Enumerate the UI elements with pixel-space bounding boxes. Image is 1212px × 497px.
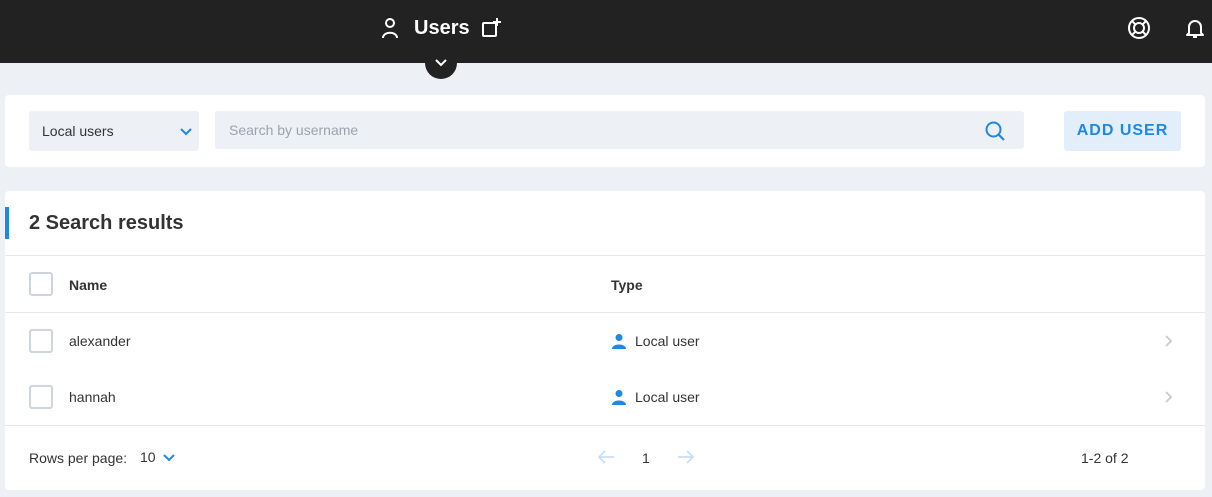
add-user-button[interactable]: ADD USER bbox=[1064, 111, 1181, 151]
results-title: 2 Search results bbox=[29, 212, 184, 234]
row-checkbox[interactable] bbox=[29, 385, 53, 409]
user-icon bbox=[378, 16, 402, 40]
filter-bar: Local users ADD USER bbox=[5, 95, 1205, 167]
pagination-range: 1-2 of 2 bbox=[1081, 450, 1129, 466]
user-type: Local user bbox=[635, 389, 700, 405]
user-name: alexander bbox=[69, 333, 131, 349]
divider bbox=[5, 255, 1205, 256]
rows-per-page-select[interactable]: 10 bbox=[140, 449, 156, 465]
select-all-checkbox[interactable] bbox=[29, 272, 53, 296]
add-window-icon[interactable] bbox=[480, 16, 504, 40]
bell-icon[interactable] bbox=[1183, 16, 1207, 40]
page-title: Users bbox=[414, 17, 470, 39]
column-header-name[interactable]: Name bbox=[69, 277, 107, 293]
table-row[interactable]: alexander Local user bbox=[5, 313, 1205, 369]
chevron-down-icon bbox=[179, 124, 193, 138]
row-checkbox[interactable] bbox=[29, 329, 53, 353]
column-header-type[interactable]: Type bbox=[611, 277, 643, 293]
chevron-right-icon[interactable] bbox=[1161, 333, 1175, 349]
divider bbox=[5, 425, 1205, 426]
chevron-right-icon[interactable] bbox=[1161, 389, 1175, 405]
arrow-right-icon[interactable] bbox=[677, 449, 695, 465]
search-icon[interactable] bbox=[984, 120, 1006, 142]
rows-per-page-label: Rows per page: bbox=[29, 450, 128, 466]
local-user-icon bbox=[611, 389, 627, 405]
current-page: 1 bbox=[642, 450, 650, 466]
collapse-header-button[interactable] bbox=[425, 47, 457, 79]
search-field bbox=[215, 111, 1024, 149]
top-bar: Users bbox=[0, 0, 1212, 63]
user-type: Local user bbox=[635, 333, 700, 349]
user-type-selected: Local users bbox=[42, 123, 114, 139]
arrow-left-icon[interactable] bbox=[597, 449, 615, 465]
search-input[interactable] bbox=[215, 111, 1024, 149]
results-panel: 2 Search results Name Type alexander Loc… bbox=[5, 191, 1205, 490]
help-lifebuoy-icon[interactable] bbox=[1126, 15, 1152, 41]
chevron-down-icon[interactable] bbox=[162, 451, 176, 465]
chevron-down-icon bbox=[435, 54, 447, 72]
table-row[interactable]: hannah Local user bbox=[5, 369, 1205, 425]
local-user-icon bbox=[611, 333, 627, 349]
user-type-select[interactable]: Local users bbox=[29, 111, 199, 151]
title-accent-bar bbox=[5, 207, 9, 239]
user-name: hannah bbox=[69, 389, 116, 405]
